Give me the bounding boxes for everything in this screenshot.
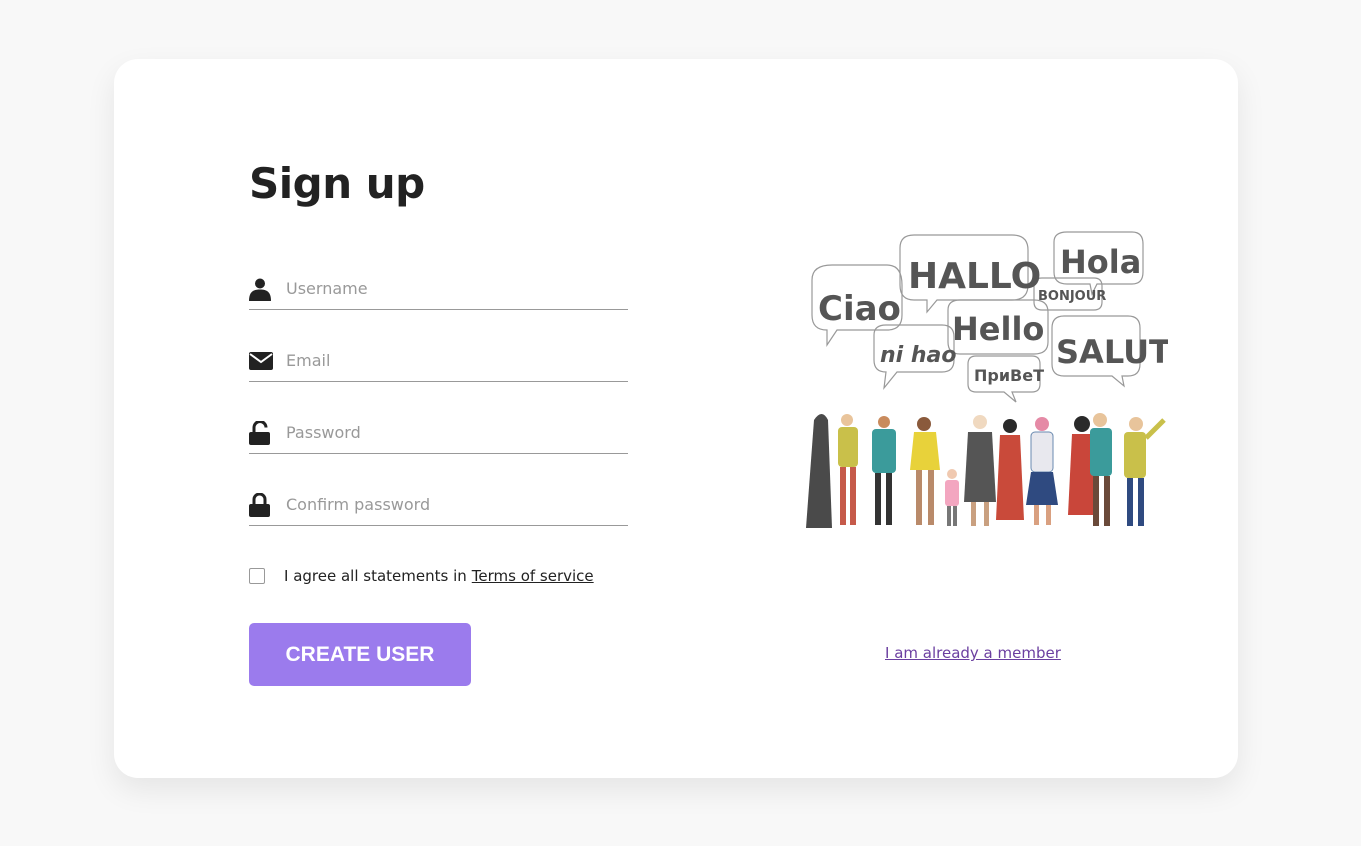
user-icon: [249, 278, 271, 301]
greeting-hola: Hola: [1060, 243, 1141, 281]
greeting-bonjour: BONJOUR: [1038, 289, 1106, 304]
greeting-hello: Hello: [952, 310, 1044, 348]
terms-agreement-label: I agree all statements in: [284, 567, 467, 585]
username-field-row: [249, 269, 628, 310]
terms-agreement-row: I agree all statements in Terms of servi…: [249, 564, 594, 588]
email-field-row: [249, 341, 628, 382]
greeting-salut: SALUT: [1056, 333, 1168, 371]
password-input[interactable]: [286, 419, 616, 445]
password-field-row: [249, 413, 628, 454]
confirm-password-input[interactable]: [286, 491, 616, 517]
username-input[interactable]: [286, 275, 616, 301]
create-user-button[interactable]: CREATE USER: [249, 623, 471, 686]
greeting-ciao: Ciao: [818, 289, 901, 329]
signup-card: Sign up I agree all statemen: [114, 59, 1238, 778]
terms-checkbox[interactable]: [249, 568, 265, 584]
multilingual-greetings-illustration: Ciao HALLO Hola BONJOUR Hello ni hao SAL…: [806, 231, 1168, 528]
greeting-ni-hao: ni hao: [880, 343, 956, 368]
lock-icon: [249, 493, 270, 517]
greeting-hallo: HALLO: [908, 256, 1041, 297]
page-title: Sign up: [249, 159, 425, 208]
unlock-icon: [249, 421, 270, 445]
terms-of-service-link[interactable]: Terms of service: [472, 567, 594, 585]
envelope-icon: [249, 352, 273, 370]
email-input[interactable]: [286, 347, 616, 373]
already-member-link[interactable]: I am already a member: [885, 644, 1061, 662]
crowd-illustration: [806, 413, 1166, 528]
greeting-privet: ПриВеТ: [974, 366, 1044, 385]
confirm-password-field-row: [249, 485, 628, 526]
